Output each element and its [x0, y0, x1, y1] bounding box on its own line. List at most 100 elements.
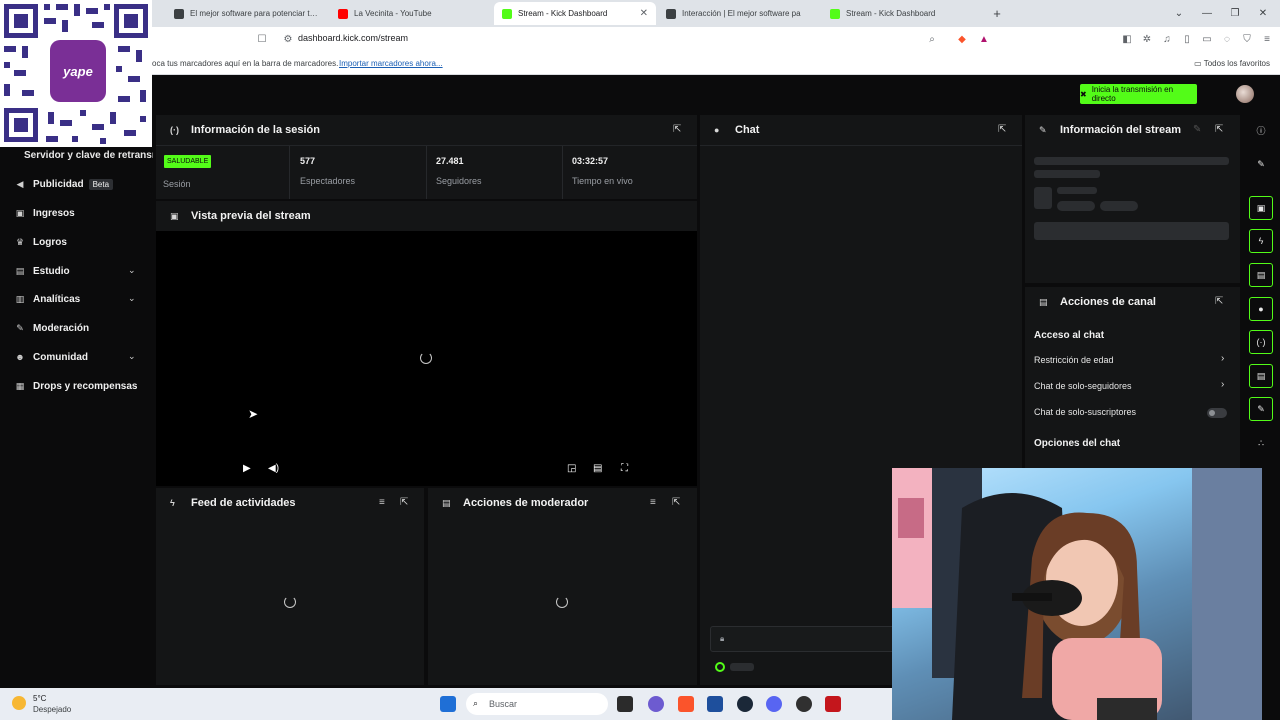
- wrench-icon: ✎: [16, 322, 24, 333]
- menu-icon[interactable]: ≡: [1260, 33, 1274, 47]
- site-info-icon[interactable]: ⚙: [281, 33, 295, 47]
- steam-icon[interactable]: [737, 696, 753, 712]
- edit-icon[interactable]: ✎: [1193, 124, 1201, 135]
- chevron-down-icon[interactable]: ⌄: [128, 351, 136, 362]
- sidebar-item-estudio[interactable]: ▤ Estudio: [14, 262, 144, 280]
- clipboard-tool-icon[interactable]: ▤: [1249, 263, 1273, 287]
- sidebar-item-drops[interactable]: ▦ Drops y recompensas: [14, 377, 138, 395]
- panel-header: (·) Información de la sesión: [156, 115, 697, 145]
- close-tab-icon[interactable]: ✕: [640, 8, 648, 19]
- chevron-right-icon[interactable]: ›: [1221, 353, 1224, 364]
- fullscreen-icon[interactable]: ⛶: [621, 463, 628, 474]
- sidebar-toggle-icon[interactable]: ▯: [1180, 33, 1194, 47]
- discord-icon[interactable]: [766, 696, 782, 712]
- tab-search-icon[interactable]: ⌄: [1165, 0, 1193, 27]
- windows-start-icon[interactable]: [440, 696, 456, 712]
- play-icon[interactable]: ▶: [243, 463, 251, 474]
- sidebar-item-ingresos[interactable]: ▣ Ingresos: [14, 204, 75, 222]
- streamer-webcam-image: [892, 468, 1262, 720]
- chevron-down-icon[interactable]: ⌄: [128, 265, 136, 276]
- puzzle-icon[interactable]: ✲: [1140, 33, 1154, 47]
- go-live-button[interactable]: ✖ Inicia la transmisión en directo: [1080, 84, 1197, 104]
- panel-header: ▣ Vista previa del stream: [156, 201, 697, 231]
- chevron-down-icon[interactable]: ⌄: [128, 293, 136, 304]
- browser-tab[interactable]: El mejor software para potenciar tu s: [166, 2, 326, 25]
- zoom-icon[interactable]: ⌕: [925, 33, 939, 47]
- browser-tab-strip: El mejor software para potenciar tu s La…: [0, 0, 1280, 27]
- live-tool-icon[interactable]: (·): [1249, 330, 1273, 354]
- broadcast-tool-icon[interactable]: ▣: [1249, 196, 1273, 220]
- bookmark-star-icon[interactable]: ☐: [255, 33, 269, 47]
- browser-tab[interactable]: La Vecinita - YouTube: [330, 2, 490, 25]
- sidebar-item-label: Ingresos: [33, 207, 75, 219]
- popout-icon[interactable]: ⇱: [1215, 124, 1223, 135]
- panel-title: Vista previa del stream: [191, 210, 311, 222]
- new-tab-button[interactable]: +: [983, 0, 1011, 27]
- copilot-icon[interactable]: [648, 696, 664, 712]
- popout-icon[interactable]: ⇱: [400, 497, 408, 508]
- minimize-icon[interactable]: —: [1193, 0, 1221, 27]
- close-window-icon[interactable]: ✕: [1249, 0, 1277, 27]
- vpn-icon[interactable]: ◌: [1220, 33, 1234, 47]
- all-favorites-button[interactable]: ▭ Todos los favoritos: [1194, 59, 1270, 68]
- folder-icon: ▭: [1194, 59, 1204, 68]
- tab-title: Stream - Kick Dashboard: [518, 9, 608, 18]
- filter-icon[interactable]: ≡: [379, 497, 385, 508]
- users-icon: ☻: [15, 352, 25, 362]
- age-restriction-row[interactable]: Restricción de edad: [1034, 355, 1114, 365]
- edit-icon[interactable]: ✎: [1249, 152, 1273, 176]
- youtube-favicon-icon: [338, 8, 348, 19]
- filter-icon[interactable]: ≡: [650, 497, 656, 508]
- sidebar-item-moderacion[interactable]: ✎ Moderación: [14, 319, 89, 337]
- subscribers-only-row: Chat de solo-suscriptores: [1034, 407, 1137, 417]
- followers-only-row[interactable]: Chat de solo-seguidores: [1034, 381, 1132, 391]
- task-view-icon[interactable]: [617, 696, 633, 712]
- popout-icon[interactable]: ⇱: [673, 124, 681, 135]
- user-avatar[interactable]: [1236, 85, 1254, 103]
- wrench-tool-icon[interactable]: ✎: [1249, 397, 1273, 421]
- brave-browser-icon[interactable]: [678, 696, 694, 712]
- app-icon[interactable]: [825, 696, 841, 712]
- url-field[interactable]: dashboard.kick.com/stream: [298, 33, 408, 43]
- browser-tab-active[interactable]: Stream - Kick Dashboard ✕: [494, 2, 656, 25]
- store-icon[interactable]: [707, 696, 723, 712]
- brave-shield-icon[interactable]: ◆: [955, 33, 969, 47]
- taskbar-search[interactable]: ⌕ Buscar: [466, 693, 608, 715]
- live-time-value: 03:32:57: [572, 156, 609, 166]
- sidebar-item-comunidad[interactable]: ☻ Comunidad: [14, 348, 88, 366]
- followers-value: 27.481: [436, 156, 464, 166]
- popout-icon[interactable]: ⇱: [672, 497, 680, 508]
- bookmarks-hint: oca tus marcadores aquí en la barra de m…: [152, 59, 339, 68]
- info-icon[interactable]: ⓘ: [1249, 118, 1273, 142]
- browser-tab[interactable]: Interacción | El mejor software pa: [658, 2, 818, 25]
- pip-icon[interactable]: ◲: [567, 463, 576, 474]
- nodes-icon[interactable]: ∴: [1249, 431, 1273, 455]
- import-bookmarks-link[interactable]: Importar marcadores ahora...: [339, 59, 443, 68]
- wrench-icon: ✎: [1039, 124, 1047, 135]
- chat-tool-icon[interactable]: ●: [1249, 297, 1273, 321]
- sidebar-section-title[interactable]: Servidor y clave de retransm: [24, 150, 153, 161]
- followers-label: Seguidores: [436, 176, 482, 186]
- browser-tab[interactable]: Stream - Kick Dashboard: [822, 2, 982, 25]
- maximize-icon[interactable]: ❐: [1221, 0, 1249, 27]
- wallet-icon[interactable]: ▭: [1200, 33, 1214, 47]
- subscribers-only-toggle[interactable]: [1207, 408, 1227, 418]
- rewards-icon[interactable]: ▲: [977, 33, 991, 47]
- popout-icon[interactable]: ⇱: [998, 124, 1006, 135]
- actions-tool-icon[interactable]: ▤: [1249, 364, 1273, 388]
- lightning-tool-icon[interactable]: ϟ: [1249, 229, 1273, 253]
- media-icon[interactable]: ♫: [1160, 33, 1174, 47]
- shield-icon[interactable]: ⛉: [1240, 33, 1254, 47]
- volume-icon[interactable]: ◀): [268, 463, 279, 474]
- sidebar-item-publicidad[interactable]: ◀ Publicidad Beta: [14, 175, 114, 193]
- chevron-right-icon[interactable]: ›: [1221, 379, 1224, 390]
- theater-mode-icon[interactable]: ▤: [593, 463, 602, 474]
- broadcast-icon: (·): [170, 125, 179, 135]
- sidebar-item-analiticas[interactable]: ▥ Analíticas: [14, 290, 81, 308]
- popout-icon[interactable]: ⇱: [1215, 296, 1223, 307]
- mouse-cursor-icon: ➤: [248, 407, 259, 421]
- extension-icon[interactable]: ◧: [1120, 33, 1134, 47]
- sidebar-item-logros[interactable]: ♛ Logros: [14, 233, 67, 251]
- obs-icon[interactable]: [796, 696, 812, 712]
- sidebar-item-label: Publicidad: [33, 178, 84, 190]
